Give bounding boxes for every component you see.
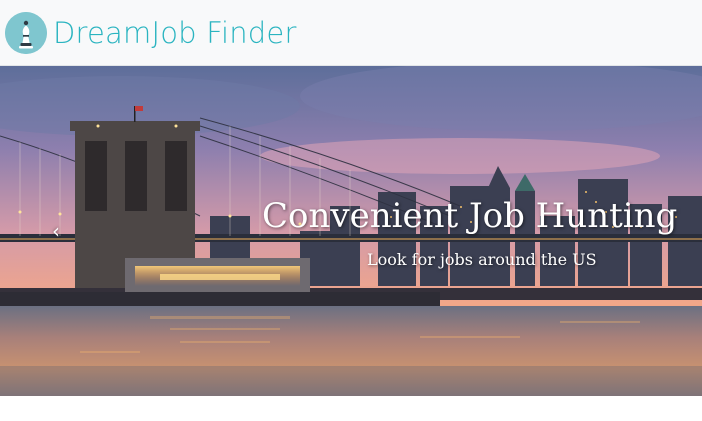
page-content [0, 396, 702, 421]
chess-bishop-icon [5, 11, 47, 54]
hero-subtitle: Look for jobs around the US [367, 250, 597, 269]
hero-title: Convenient Job Hunting [262, 196, 678, 236]
hero-carousel: ‹ Convenient Job Hunting Look for jobs a… [0, 66, 702, 396]
brand-name[interactable]: DreamJob Finder [53, 16, 297, 50]
chevron-left-icon: ‹ [52, 219, 60, 243]
hero-caption: Convenient Job Hunting Look for jobs aro… [262, 196, 678, 269]
logo[interactable] [5, 11, 47, 54]
carousel-prev-button[interactable]: ‹ [44, 216, 68, 246]
navbar: DreamJob Finder [0, 0, 702, 66]
